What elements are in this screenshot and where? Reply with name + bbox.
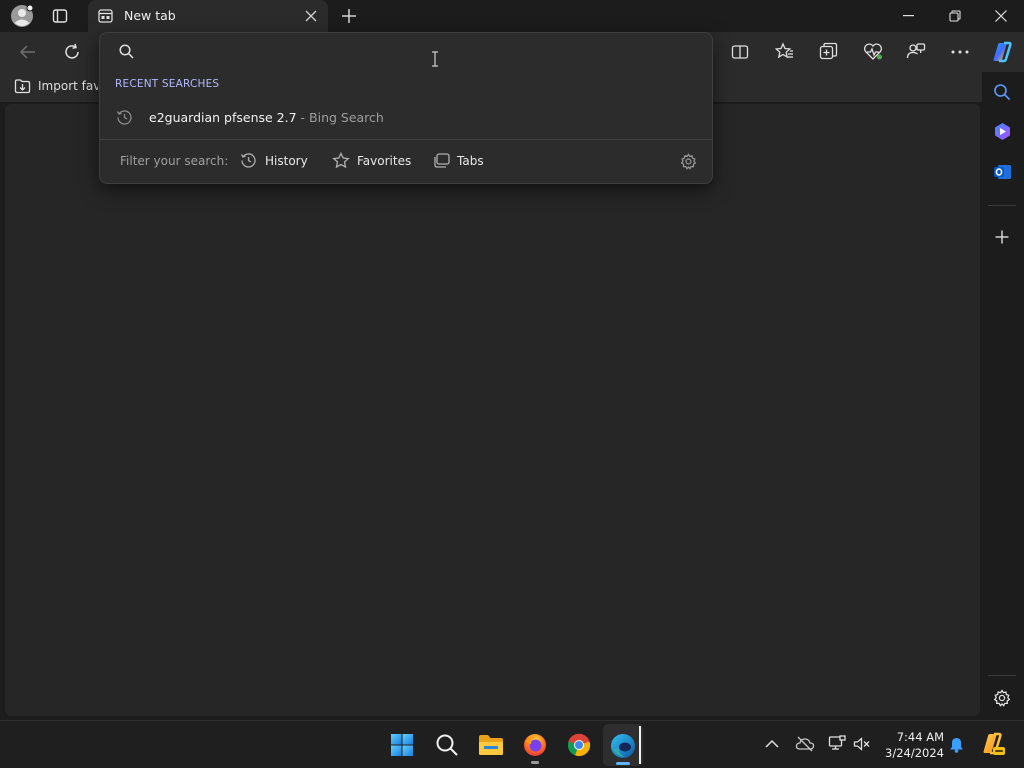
sidebar-bottom-divider [988, 675, 1016, 676]
address-input[interactable] [144, 37, 704, 67]
filter-history-label: History [265, 154, 308, 168]
tab-new-tab[interactable]: New tab [88, 0, 328, 32]
restore-button[interactable] [949, 10, 961, 22]
favorites-icon[interactable] [775, 42, 794, 61]
new-tab-button[interactable] [341, 8, 357, 24]
tab-actions-icon[interactable] [52, 8, 68, 24]
sidebar-search-icon[interactable] [993, 83, 1011, 101]
collections-icon[interactable] [819, 42, 838, 61]
split-screen-icon[interactable] [731, 43, 749, 61]
sidebar-outlook-icon[interactable] [993, 163, 1012, 181]
minimize-button[interactable] [903, 15, 915, 17]
chrome-icon[interactable] [567, 733, 591, 757]
filter-search-label: Filter your search: [120, 154, 229, 168]
extensions-share-icon[interactable] [906, 42, 926, 61]
address-bar-suggestions: RECENT SEARCHES e2guardian pfsense 2.7 -… [99, 32, 713, 184]
start-windows-icon[interactable] [390, 733, 414, 757]
filter-favorites-icon [332, 152, 350, 169]
sidebar-divider [988, 205, 1016, 206]
filter-tabs-label: Tabs [457, 154, 484, 168]
tab-title: New tab [124, 8, 176, 23]
back-button[interactable] [19, 43, 37, 61]
edge-running-indicator [616, 762, 630, 765]
sidebar-copilot-app-icon[interactable] [993, 122, 1012, 141]
firefox-running-indicator [531, 761, 539, 764]
filter-favorites-label: Favorites [357, 154, 412, 168]
notification-bell-icon[interactable] [949, 737, 964, 753]
show-hidden-icons-chevron[interactable] [765, 739, 779, 748]
page-content [5, 104, 980, 716]
sidebar-settings-icon[interactable] [993, 689, 1011, 707]
file-explorer-icon[interactable] [478, 733, 504, 757]
clock-time[interactable]: 7:44 AM [880, 730, 944, 744]
filter-history-icon [240, 152, 257, 169]
import-favorites-icon[interactable] [14, 78, 31, 94]
copilot-pre-icon[interactable] [980, 731, 1006, 757]
text-cursor-icon [431, 51, 439, 67]
recent-search-text: e2guardian pfsense 2.7 - Bing Search [149, 110, 384, 125]
edge-taskbar-icon[interactable] [610, 733, 636, 759]
recent-search-query: e2guardian pfsense 2.7 [149, 110, 297, 125]
new-tab-page-icon [98, 9, 113, 23]
filter-tabs-icon [434, 153, 450, 168]
close-window-button[interactable] [995, 10, 1007, 22]
taskbar-text-cursor [639, 726, 641, 764]
history-clock-icon [116, 109, 133, 126]
taskbar-search-icon[interactable] [435, 733, 459, 757]
profile-avatar[interactable] [10, 4, 34, 28]
firefox-icon[interactable] [523, 733, 547, 757]
recent-searches-header: RECENT SEARCHES [115, 78, 220, 90]
import-favorites-link[interactable]: Import favorites [38, 79, 98, 93]
taskbar: 7:44 AM 3/24/2024 [0, 720, 1024, 768]
sidebar-add-icon[interactable] [995, 230, 1009, 244]
network-icon[interactable] [828, 735, 846, 752]
edge-sidebar [982, 72, 1024, 720]
close-tab-icon[interactable] [305, 10, 317, 22]
onedrive-offline-icon[interactable] [795, 736, 815, 752]
refresh-button[interactable] [63, 43, 81, 61]
title-bar: New tab [0, 0, 1024, 32]
clock-date[interactable]: 3/24/2024 [880, 746, 944, 760]
search-settings-icon[interactable] [680, 153, 697, 170]
dropdown-divider [100, 139, 712, 140]
volume-muted-icon[interactable] [853, 736, 871, 752]
address-search-icon [119, 44, 134, 59]
more-options-icon[interactable] [951, 50, 969, 54]
browser-essentials-icon[interactable] [863, 42, 883, 61]
copilot-icon[interactable] [990, 40, 1014, 64]
recent-search-suffix: - Bing Search [296, 110, 384, 125]
